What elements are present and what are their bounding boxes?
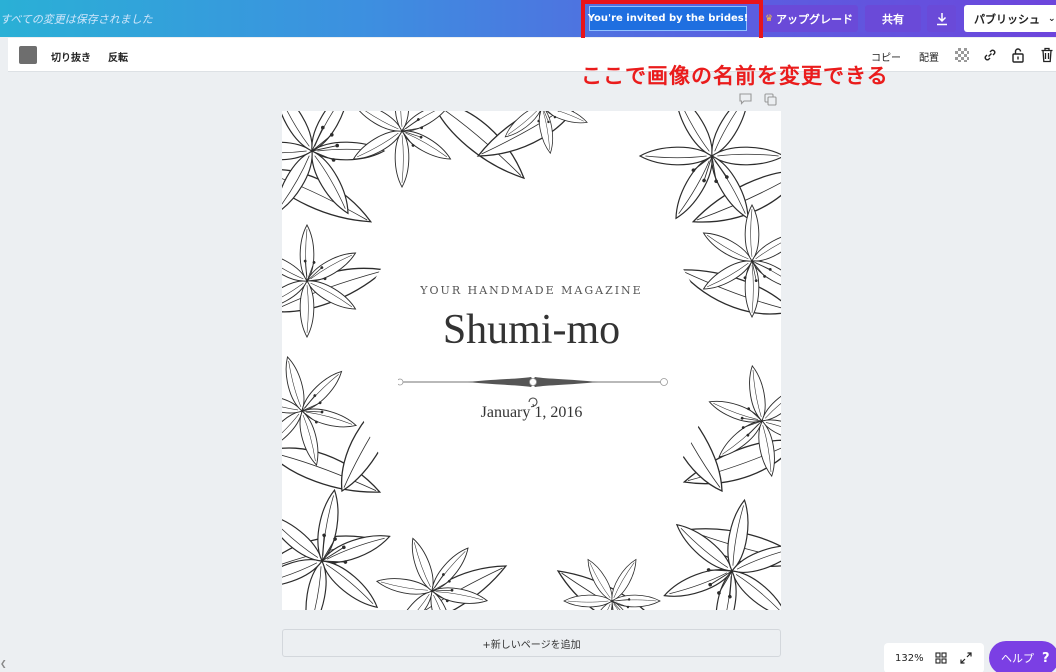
magazine-tagline[interactable]: YOUR HANDMADE MAGAZINE xyxy=(282,284,781,297)
comment-button[interactable] xyxy=(738,92,752,106)
expand-panel-icon[interactable]: ❮ xyxy=(0,659,7,668)
fullscreen-icon[interactable] xyxy=(960,652,972,664)
publish-button[interactable]: パブリッシュ ⌄ xyxy=(964,5,1056,32)
chevron-down-icon: ⌄ xyxy=(1048,13,1056,24)
link-button[interactable] xyxy=(981,46,999,64)
design-canvas[interactable]: YOUR HANDMADE MAGAZINE Shumi-mo January … xyxy=(282,111,781,610)
zoom-panel: 132% xyxy=(884,643,984,672)
help-label: ヘルプ xyxy=(1001,652,1034,665)
floral-frame-illustration[interactable] xyxy=(282,111,781,610)
color-swatch[interactable] xyxy=(19,46,37,64)
edit-toolbar: 切り抜き 反転 コピー 配置 xyxy=(8,38,1056,72)
save-status: すべての変更は保存されました xyxy=(0,13,153,26)
trash-icon xyxy=(1041,47,1053,63)
arrange-button[interactable]: 配置 xyxy=(919,49,939,64)
duplicate-page-button[interactable] xyxy=(763,92,777,106)
annotation-text: ここで画像の名前を変更できる xyxy=(581,64,889,88)
download-icon xyxy=(936,12,947,25)
download-button[interactable] xyxy=(927,5,956,32)
flip-button[interactable]: 反転 xyxy=(108,49,128,64)
comment-icon xyxy=(738,93,752,105)
magazine-date[interactable]: January 1, 2016 xyxy=(282,404,781,422)
upgrade-button[interactable]: ♛ アップグレード xyxy=(760,5,858,32)
unlock-icon xyxy=(1012,48,1024,63)
share-button[interactable]: 共有 xyxy=(865,5,921,32)
lock-button[interactable] xyxy=(1009,46,1027,64)
publish-label: パブリッシュ xyxy=(974,12,1040,26)
question-icon: ? xyxy=(1042,650,1050,666)
crop-button[interactable]: 切り抜き xyxy=(51,49,91,64)
grid-view-icon[interactable] xyxy=(935,652,947,664)
magazine-title[interactable]: Shumi-mo xyxy=(282,306,781,354)
zoom-level[interactable]: 132% xyxy=(895,653,924,664)
transparency-icon xyxy=(955,48,969,62)
link-icon xyxy=(984,49,996,61)
top-bar: すべての変更は保存されました You're invited by the bri… xyxy=(0,0,1056,37)
crown-icon: ♛ xyxy=(764,13,774,24)
upgrade-label: アップグレード xyxy=(776,12,854,26)
transparency-button[interactable] xyxy=(953,46,971,64)
add-page-button[interactable]: +新しいページを追加 xyxy=(282,629,781,657)
duplicate-icon xyxy=(763,92,777,106)
delete-button[interactable] xyxy=(1038,46,1056,64)
help-button[interactable]: ヘルプ ? xyxy=(989,641,1056,672)
